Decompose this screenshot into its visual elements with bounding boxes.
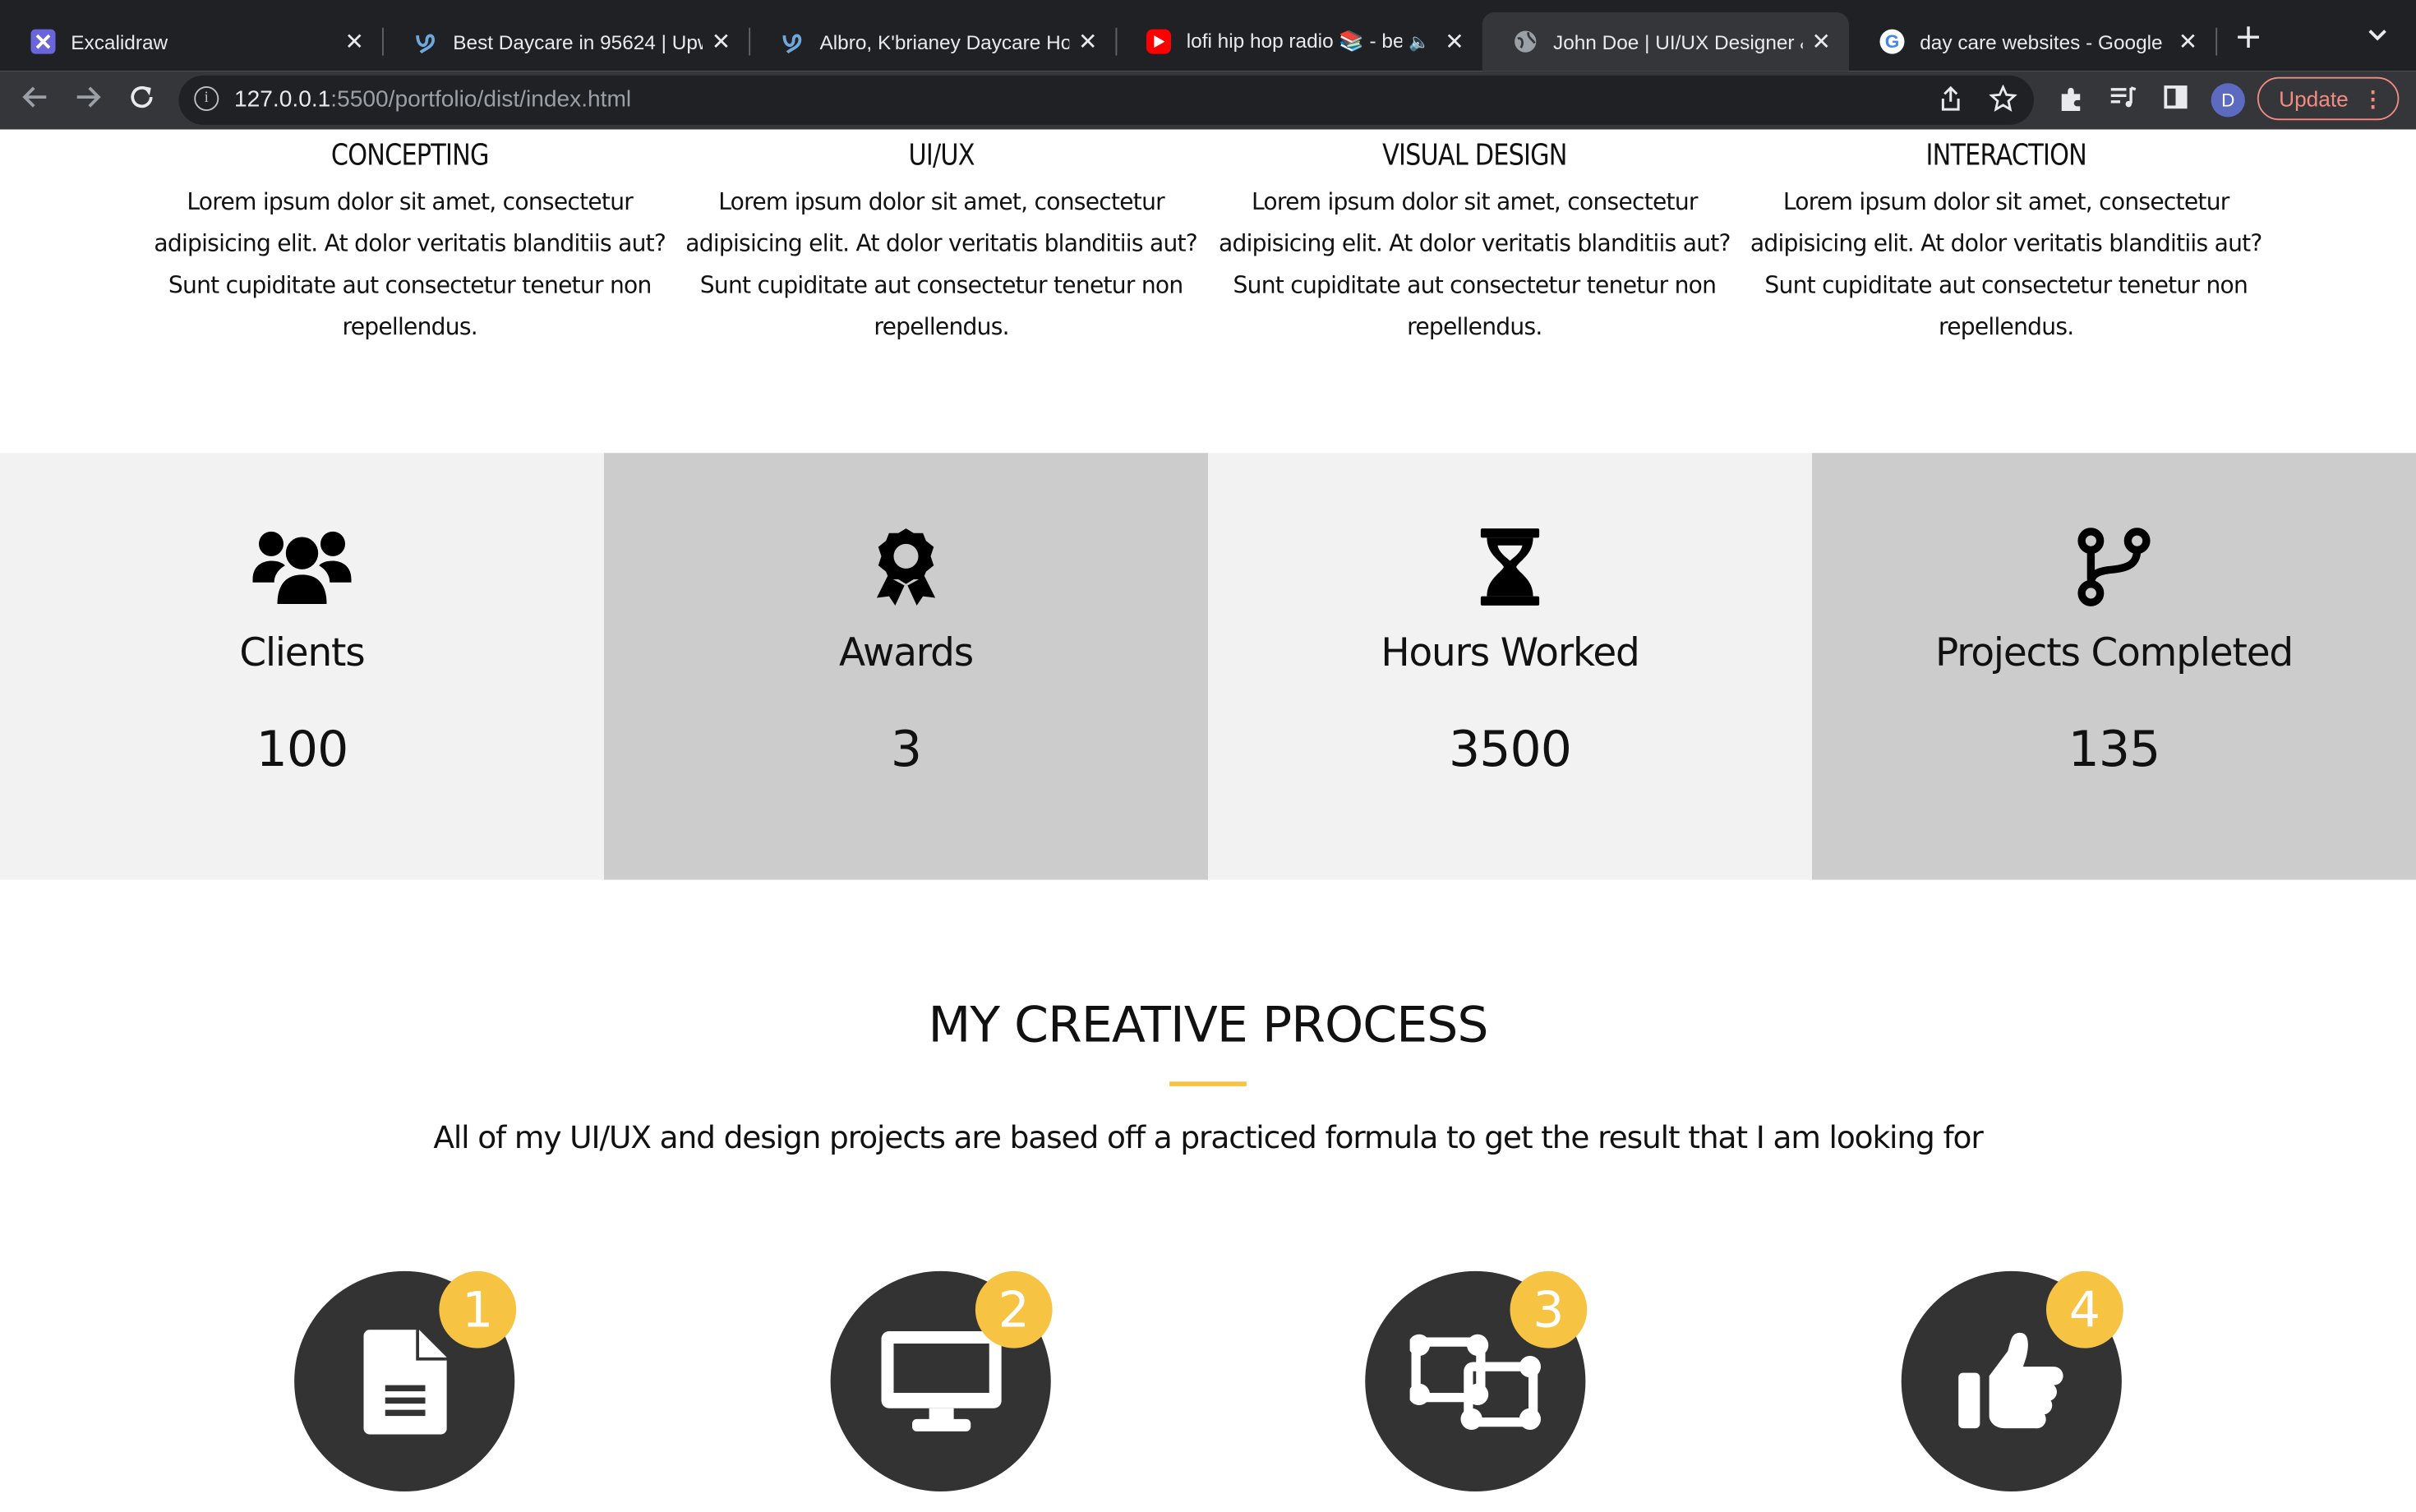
service-title: VISUAL DESIGN bbox=[1382, 138, 1567, 173]
service-ui-ux: UI/UX Lorem ipsum dolor sit amet, consec… bbox=[680, 139, 1204, 348]
close-tab-icon[interactable]: ✕ bbox=[1803, 28, 1840, 56]
stat-label: Clients bbox=[239, 629, 365, 675]
step-number-badge: 4 bbox=[2046, 1270, 2123, 1348]
stat-label: Projects Completed bbox=[1934, 629, 2294, 675]
tab-title: Excalidraw bbox=[71, 30, 168, 53]
stat-value: 3500 bbox=[1449, 719, 1572, 778]
service-title: CONCEPTING bbox=[330, 138, 490, 173]
title-underline bbox=[1169, 1081, 1247, 1086]
tab-title: John Doe | UI/UX Designer & bbox=[1553, 30, 1803, 53]
users-icon bbox=[0, 527, 604, 620]
service-description: Lorem ipsum dolor sit amet, consectetur … bbox=[1750, 187, 2263, 341]
upwork-icon bbox=[780, 30, 805, 54]
more-menu-icon[interactable]: ⋮ bbox=[2362, 79, 2383, 119]
process-step-3: 3 bbox=[1365, 1270, 1588, 1491]
process-step-1: 1 bbox=[294, 1270, 517, 1491]
address-bar[interactable]: i 127.0.0.1:5500/portfolio/dist/index.ht… bbox=[178, 75, 2034, 125]
code-branch-icon bbox=[1812, 527, 2416, 620]
close-tab-icon[interactable]: ✕ bbox=[703, 28, 740, 56]
service-title: UI/UX bbox=[908, 138, 975, 173]
tab-lofi-radio[interactable]: lofi hip hop radio 📚 - be 🔈 ✕ bbox=[1116, 12, 1482, 71]
forward-arrow-icon[interactable] bbox=[74, 83, 102, 118]
stat-label: Hours Worked bbox=[1381, 629, 1639, 675]
browser-tab-strip: Excalidraw ✕ Best Daycare in 95624 | Upw… bbox=[0, 0, 2416, 71]
portfolio-page: CONCEPTING Lorem ipsum dolor sit amet, c… bbox=[0, 129, 2416, 1512]
new-tab-button[interactable]: + bbox=[2234, 21, 2263, 55]
excalidraw-icon bbox=[30, 29, 56, 54]
stat-value: 3 bbox=[890, 719, 922, 778]
update-label: Update bbox=[2279, 86, 2349, 111]
service-description: Lorem ipsum dolor sit amet, consectetur … bbox=[154, 187, 666, 341]
url-host: 127.0.0.1 bbox=[234, 86, 331, 113]
tab-title: day care websites - Google bbox=[1920, 30, 2163, 53]
tab-search-chevron-icon[interactable] bbox=[2368, 23, 2387, 48]
upwork-icon bbox=[413, 30, 438, 54]
close-tab-icon[interactable]: ✕ bbox=[1436, 28, 1473, 56]
tab-title: lofi hip hop radio 📚 - be bbox=[1186, 29, 1403, 53]
hourglass-icon bbox=[1208, 527, 1812, 620]
step-number-badge: 2 bbox=[975, 1270, 1053, 1348]
service-description: Lorem ipsum dolor sit amet, consectetur … bbox=[1218, 187, 1731, 341]
globe-icon bbox=[1513, 30, 1538, 54]
reload-icon[interactable] bbox=[128, 83, 156, 118]
service-visual-design: VISUAL DESIGN Lorem ipsum dolor sit amet… bbox=[1213, 139, 1737, 348]
tab-title: Albro, K'brianey Daycare Ho bbox=[819, 30, 1070, 53]
media-queue-icon[interactable] bbox=[2109, 85, 2137, 116]
tab-john-doe-portfolio[interactable]: John Doe | UI/UX Designer & ✕ bbox=[1482, 12, 1849, 71]
google-icon: G bbox=[1879, 29, 1905, 54]
tab-daycare-upwork[interactable]: Best Daycare in 95624 | Upw ✕ bbox=[382, 12, 749, 71]
url-path: :5500/portfolio/dist/index.html bbox=[330, 86, 632, 113]
close-tab-icon[interactable]: ✕ bbox=[336, 28, 373, 56]
bookmark-star-icon[interactable] bbox=[1989, 84, 2017, 118]
stat-value: 100 bbox=[256, 719, 349, 778]
tab-title: Best Daycare in 95624 | Upw bbox=[453, 30, 703, 53]
side-panel-icon[interactable] bbox=[2164, 85, 2188, 116]
stat-hours-worked: Hours Worked 3500 bbox=[1208, 453, 1812, 880]
browser-toolbar: i 127.0.0.1:5500/portfolio/dist/index.ht… bbox=[0, 71, 2416, 130]
site-info-icon[interactable]: i bbox=[194, 86, 219, 111]
update-button[interactable]: Update ⋮ bbox=[2257, 76, 2400, 121]
profile-avatar[interactable]: D bbox=[2211, 83, 2245, 118]
service-interaction: INTERACTION Lorem ipsum dolor sit amet, … bbox=[1745, 139, 2269, 348]
extensions-puzzle-icon[interactable] bbox=[2057, 85, 2085, 118]
process-title: MY CREATIVE PROCESS bbox=[928, 995, 1488, 1054]
youtube-icon bbox=[1146, 29, 1171, 54]
step-number-badge: 1 bbox=[439, 1270, 517, 1348]
process-step-2: 2 bbox=[830, 1270, 1053, 1491]
url-text: 127.0.0.1:5500/portfolio/dist/index.html bbox=[234, 86, 631, 113]
stat-awards: Awards 3 bbox=[604, 453, 1208, 880]
process-step-4: 4 bbox=[1901, 1270, 2123, 1491]
service-title: INTERACTION bbox=[1925, 138, 2086, 173]
stat-clients: Clients 100 bbox=[0, 453, 604, 880]
stat-value: 135 bbox=[2068, 719, 2161, 778]
stat-label: Awards bbox=[838, 629, 974, 675]
stats-band: Clients 100 Awards 3 Hours Worked 3500 P… bbox=[0, 453, 2416, 880]
tab-excalidraw[interactable]: Excalidraw ✕ bbox=[0, 12, 382, 71]
close-tab-icon[interactable]: ✕ bbox=[2169, 28, 2206, 56]
service-concepting: CONCEPTING Lorem ipsum dolor sit amet, c… bbox=[148, 139, 672, 348]
award-icon bbox=[604, 527, 1208, 620]
share-icon[interactable] bbox=[1939, 85, 1963, 118]
step-number-badge: 3 bbox=[1510, 1270, 1588, 1348]
speaker-icon[interactable]: 🔈 bbox=[1409, 31, 1430, 52]
close-tab-icon[interactable]: ✕ bbox=[1069, 28, 1106, 56]
tab-google-search[interactable]: G day care websites - Google ✕ bbox=[1849, 12, 2215, 71]
stat-projects-completed: Projects Completed 135 bbox=[1812, 453, 2416, 880]
back-arrow-icon[interactable] bbox=[21, 83, 49, 118]
tab-albro-daycare[interactable]: Albro, K'brianey Daycare Ho ✕ bbox=[749, 12, 1115, 71]
process-subtitle: All of my UI/UX and design projects are … bbox=[433, 1118, 1983, 1156]
service-description: Lorem ipsum dolor sit amet, consectetur … bbox=[685, 187, 1198, 341]
